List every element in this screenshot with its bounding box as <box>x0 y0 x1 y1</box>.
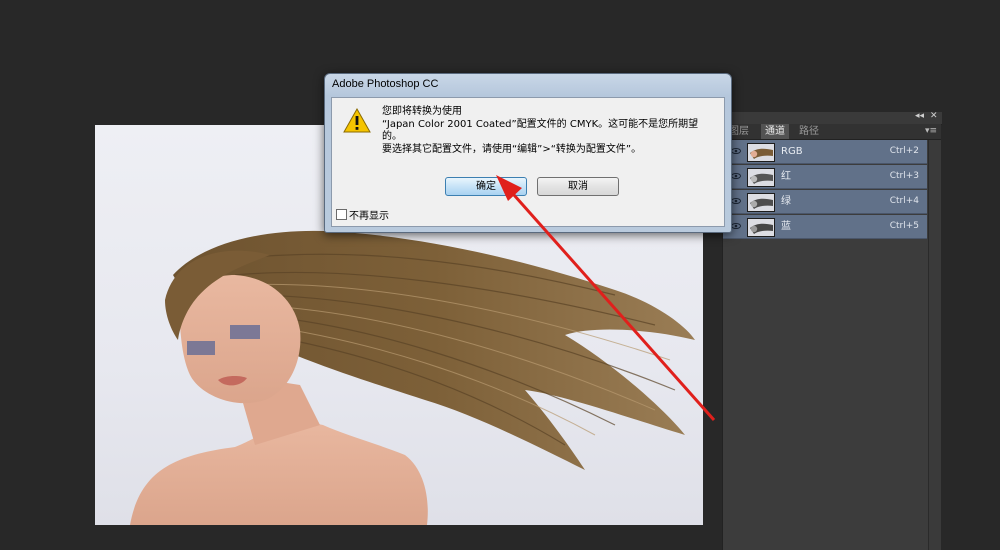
dialog-body: 您即将转换为使用 “Japan Color 2001 Coated”配置文件的 … <box>331 97 725 227</box>
cancel-button[interactable]: 取消 <box>537 177 619 196</box>
message-line: “Japan Color 2001 Coated”配置文件的 CMYK。这可能不… <box>382 118 699 130</box>
collapse-panel-icon[interactable]: ◂◂ <box>915 111 924 121</box>
channel-name: 绿 <box>781 196 791 207</box>
channel-shortcut: Ctrl+2 <box>889 146 919 156</box>
dont-show-again-label: 不再显示 <box>349 211 389 222</box>
channel-name: RGB <box>781 146 803 157</box>
channel-thumbnail <box>747 168 775 187</box>
channel-thumbnail <box>747 218 775 237</box>
convert-profile-dialog: Adobe Photoshop CC 您即将转换为使用 “Japan Color… <box>324 73 732 233</box>
channel-row-red[interactable]: 红 Ctrl+3 <box>723 165 927 189</box>
channel-row-green[interactable]: 绿 Ctrl+4 <box>723 190 927 214</box>
channel-name: 蓝 <box>781 221 791 232</box>
eye-icon[interactable] <box>731 146 741 156</box>
dont-show-again-checkbox[interactable] <box>336 209 347 220</box>
panel-menu-icon[interactable]: ▾≡ <box>925 124 937 139</box>
channel-thumbnail <box>747 143 775 162</box>
tab-paths[interactable]: 路径 <box>795 124 823 139</box>
eye-icon[interactable] <box>731 196 741 206</box>
eye-icon[interactable] <box>731 221 741 231</box>
message-line: 的。 <box>382 131 402 142</box>
close-panel-icon[interactable]: ✕ <box>930 111 938 121</box>
channel-shortcut: Ctrl+5 <box>889 221 919 231</box>
dialog-message: 您即将转换为使用 “Japan Color 2001 Coated”配置文件的 … <box>382 106 720 156</box>
channel-shortcut: Ctrl+3 <box>889 171 919 181</box>
channels-panel: 图层 通道 路径 ▾≡ RGB Ctrl+2 红 Ctrl+3 绿 Ctrl+4… <box>722 124 941 550</box>
panel-tabs: 图层 通道 路径 ▾≡ <box>723 124 941 140</box>
ok-button[interactable]: 确定 <box>445 177 527 196</box>
channel-shortcut: Ctrl+4 <box>889 196 919 206</box>
warning-triangle-icon <box>343 108 371 133</box>
channel-thumbnail <box>747 193 775 212</box>
eye-icon[interactable] <box>731 171 741 181</box>
message-line: 要选择其它配置文件，请使用“编辑”>“转换为配置文件”。 <box>382 143 642 155</box>
channel-row-blue[interactable]: 蓝 Ctrl+5 <box>723 215 927 239</box>
panel-scrollbar[interactable] <box>928 140 941 550</box>
channel-name: 红 <box>781 171 791 182</box>
channel-row-rgb[interactable]: RGB Ctrl+2 <box>723 140 927 164</box>
dialog-title: Adobe Photoshop CC <box>332 78 439 90</box>
dont-show-again-row[interactable]: 不再显示 <box>336 207 389 222</box>
message-line: 您即将转换为使用 <box>382 106 462 117</box>
tab-channels[interactable]: 通道 <box>761 124 789 139</box>
